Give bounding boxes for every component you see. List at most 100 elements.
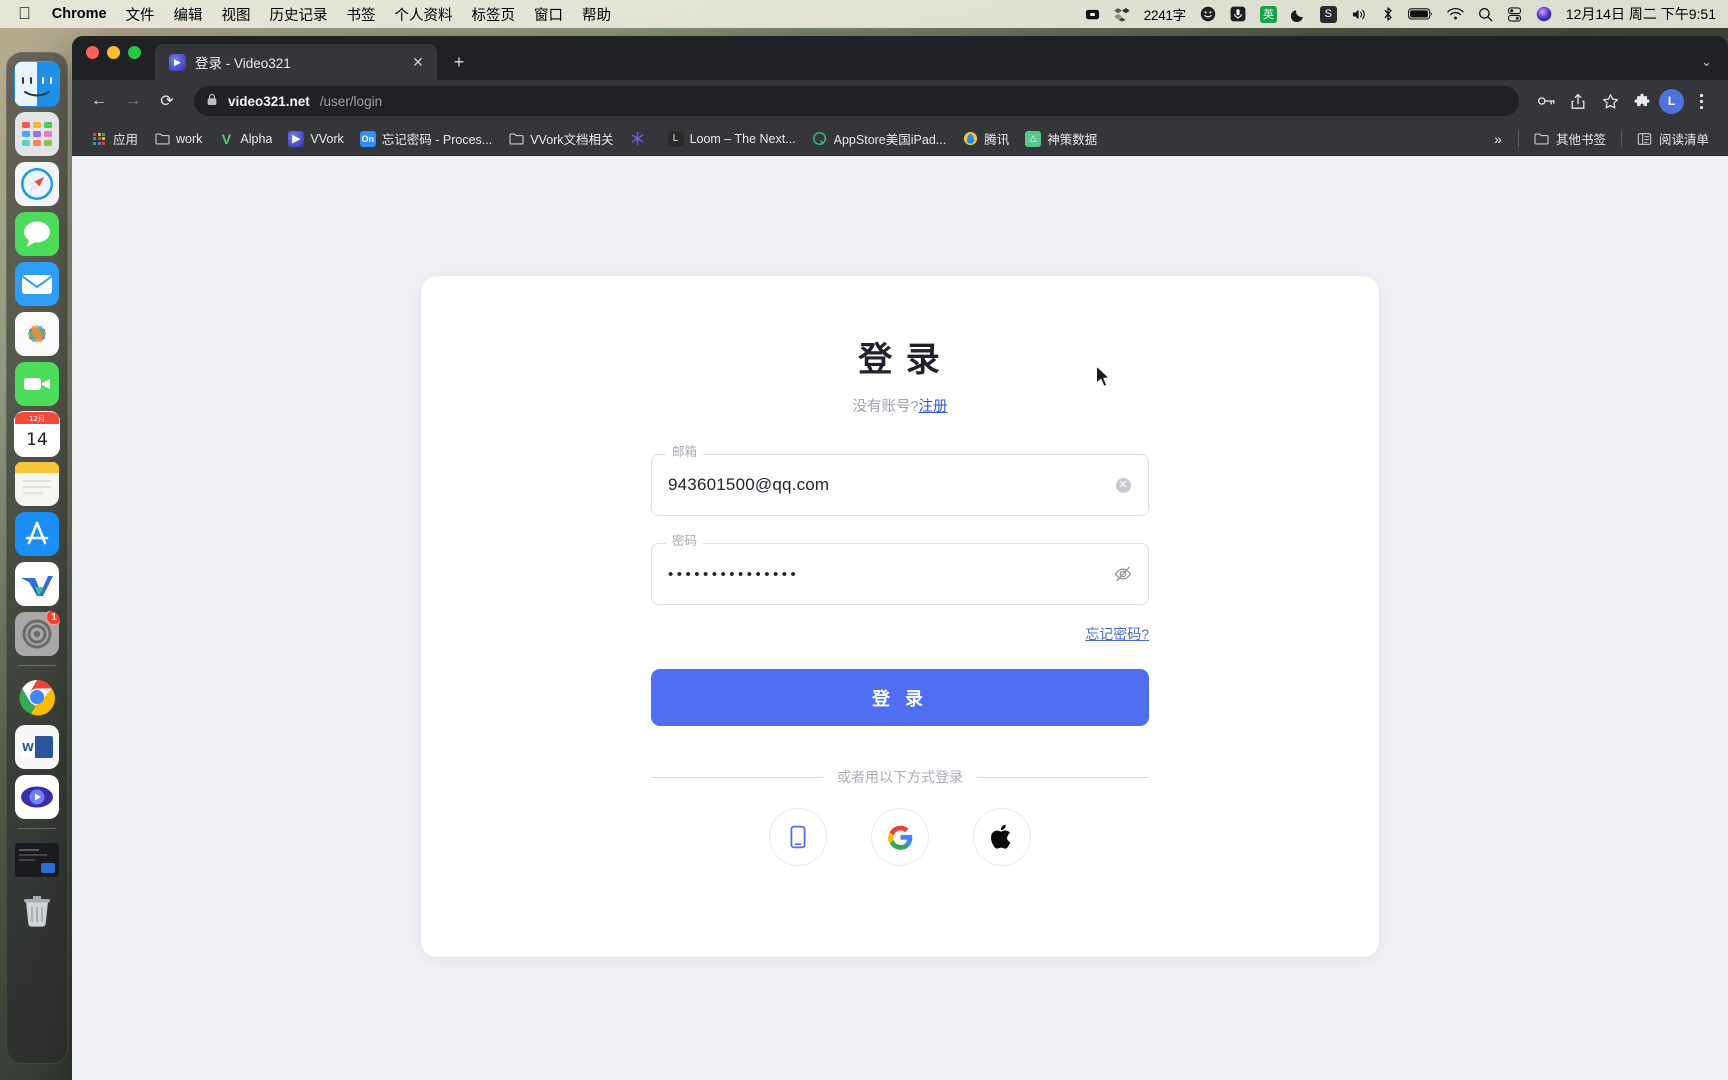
bookmark-sensors-data[interactable]: △ 神策数据 <box>1018 125 1104 152</box>
close-window-button[interactable] <box>86 45 99 59</box>
dock-item-wps-office[interactable] <box>14 561 60 607</box>
share-icon[interactable] <box>1563 86 1593 116</box>
bookmark-figma[interactable] <box>623 127 659 151</box>
forward-button[interactable]: → <box>118 86 148 116</box>
bookmark-forgot-password[interactable]: On 忘记密码 - Proces... <box>353 125 499 152</box>
bookmark-label: Loom – The Next... <box>689 131 796 146</box>
email-input[interactable]: 943601500@qq.com <box>668 475 829 495</box>
dock-item-screenshot-thumbnail[interactable] <box>14 837 60 883</box>
three-dot-menu-icon[interactable] <box>1686 86 1716 116</box>
menubar-item-history[interactable]: 历史记录 <box>270 4 328 25</box>
bookmark-alpha[interactable]: V Alpha <box>211 127 279 151</box>
bookmark-appstore-us[interactable]: AppStore美国iPad... <box>805 125 954 152</box>
menubar-item-window[interactable]: 窗口 <box>534 4 563 25</box>
sogou-input-icon[interactable]: S <box>1319 5 1337 23</box>
dock-item-google-chrome[interactable] <box>14 674 60 720</box>
dock-item-photos[interactable] <box>14 311 60 357</box>
dock-item-mail[interactable] <box>14 261 60 307</box>
dropbox-icon[interactable] <box>1114 7 1130 22</box>
window-traffic-lights <box>86 36 141 80</box>
register-link[interactable]: 注册 <box>919 399 948 415</box>
siri-icon[interactable] <box>1536 6 1552 22</box>
email-clear-button[interactable]: ✕ <box>1112 474 1134 496</box>
emoji-input-icon[interactable] <box>1200 6 1216 22</box>
password-key-icon[interactable] <box>1531 86 1561 116</box>
dock-item-microsoft-word[interactable]: W <box>14 724 60 770</box>
bookmark-apps[interactable]: 应用 <box>84 125 145 152</box>
phone-login-button[interactable] <box>769 808 827 866</box>
forgot-password-link[interactable]: 忘记密码? <box>1085 626 1149 642</box>
menubar-item-file[interactable]: 文件 <box>126 4 155 25</box>
url-path: /user/login <box>319 93 383 109</box>
chevron-down-icon[interactable]: ⌄ <box>1701 54 1712 70</box>
new-tab-button[interactable]: + <box>445 48 473 76</box>
bookmarks-bar: 应用 work V Alpha ▶ VVork On 忘记密码 - Proces… <box>72 122 1728 156</box>
folder-icon <box>154 131 170 147</box>
dock-separator <box>18 828 56 829</box>
toggle-password-visibility-button[interactable] <box>1112 563 1134 585</box>
dock-item-safari[interactable] <box>14 161 60 207</box>
apple-login-button[interactable] <box>973 808 1031 866</box>
dock-item-system-preferences[interactable]: 1 <box>14 611 60 657</box>
dock-item-app-store[interactable] <box>14 511 60 557</box>
spotlight-search-icon[interactable] <box>1478 7 1493 22</box>
password-field[interactable]: 密码 ••••••••••••••• <box>651 535 1149 605</box>
menubar-item-tabs[interactable]: 标签页 <box>472 4 516 25</box>
bookmark-vvork[interactable]: ▶ VVork <box>281 127 350 151</box>
alternate-login-divider: 或者用以下方式登录 <box>651 767 1149 787</box>
bluetooth-icon[interactable] <box>1382 6 1394 22</box>
menubar-item-bookmarks[interactable]: 书签 <box>347 4 376 25</box>
volume-icon[interactable] <box>1351 7 1368 22</box>
menubar-item-edit[interactable]: 编辑 <box>174 4 203 25</box>
reading-list-label: 阅读清单 <box>1658 133 1709 147</box>
apple-menu-icon[interactable]:  <box>18 5 31 22</box>
login-submit-button[interactable]: 登 录 <box>651 669 1149 726</box>
dock-item-video321-app[interactable] <box>14 774 60 820</box>
menubar-item-profile[interactable]: 个人资料 <box>395 4 453 25</box>
dock-item-messages[interactable] <box>14 211 60 257</box>
browser-tab[interactable]: ▶ 登录 - Video321 ✕ <box>155 44 437 80</box>
microphone-icon[interactable] <box>1230 6 1246 22</box>
extensions-puzzle-icon[interactable] <box>1627 86 1657 116</box>
menubar-item-help[interactable]: 帮助 <box>582 4 611 25</box>
dock-item-finder[interactable] <box>14 61 60 107</box>
password-input[interactable]: ••••••••••••••• <box>668 566 799 583</box>
menubar-clock[interactable]: 12月14日 周二 下午9:51 <box>1566 4 1716 24</box>
other-bookmarks-button[interactable]: 其他书签 <box>1527 125 1613 152</box>
battery-icon[interactable] <box>1407 7 1433 21</box>
dock-item-notes[interactable] <box>14 461 60 507</box>
bookmark-vvork-docs[interactable]: VVork文档相关 <box>501 125 620 152</box>
do-not-disturb-moon-icon[interactable] <box>1290 7 1306 22</box>
bookmark-work[interactable]: work <box>147 127 209 151</box>
ime-language-icon[interactable]: 英 <box>1259 5 1277 23</box>
dock-item-launchpad[interactable] <box>14 111 60 157</box>
dock-item-trash[interactable] <box>14 887 60 933</box>
browser-toolbar: ← → ⟳ video321.net/user/login L <box>72 80 1728 122</box>
record-indicator-icon[interactable] <box>1085 7 1100 22</box>
minimize-window-button[interactable] <box>107 45 120 59</box>
wifi-icon[interactable] <box>1447 7 1464 21</box>
profile-avatar[interactable]: L <box>1659 88 1684 114</box>
address-bar[interactable]: video321.net/user/login <box>194 86 1519 116</box>
bookmarks-overflow-button[interactable]: » <box>1486 127 1510 151</box>
google-login-button[interactable] <box>871 808 929 866</box>
back-button[interactable]: ← <box>84 86 114 116</box>
menubar-app-name[interactable]: Chrome <box>52 6 107 22</box>
bookmark-star-icon[interactable] <box>1595 86 1625 116</box>
reading-list-button[interactable]: 阅读清单 <box>1630 125 1716 152</box>
dock-separator <box>18 665 56 666</box>
bookmark-tencent[interactable]: 腾讯 <box>955 125 1016 152</box>
dock-item-calendar[interactable]: 12月 14 <box>14 411 60 457</box>
maximize-window-button[interactable] <box>128 45 141 59</box>
email-field[interactable]: 邮箱 943601500@qq.com ✕ <box>651 446 1149 516</box>
menubar-item-view[interactable]: 视图 <box>222 4 251 25</box>
bookmark-loom[interactable]: L Loom – The Next... <box>661 127 803 151</box>
vvork-icon: ▶ <box>288 130 305 147</box>
reload-button[interactable]: ⟳ <box>152 86 182 116</box>
control-center-icon[interactable] <box>1507 6 1522 22</box>
bookmark-label: 神策数据 <box>1047 133 1098 147</box>
figma-snowflake-icon <box>630 131 646 147</box>
dock-item-facetime[interactable] <box>14 361 60 407</box>
divider <box>1517 130 1519 147</box>
close-tab-button[interactable]: ✕ <box>409 53 427 71</box>
